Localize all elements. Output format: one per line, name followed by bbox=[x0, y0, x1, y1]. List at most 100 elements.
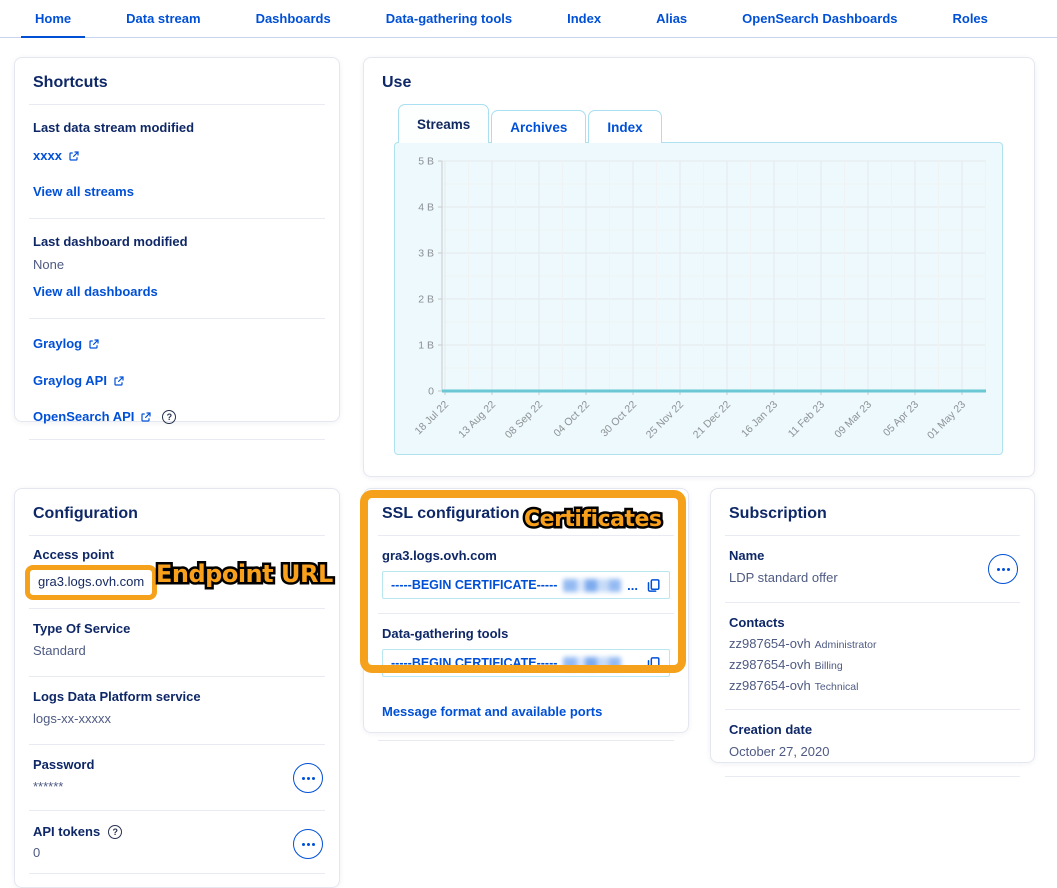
contact-row: zz987654-ovh Technical bbox=[729, 678, 1016, 693]
message-format-link[interactable]: Message format and available ports bbox=[382, 704, 602, 719]
help-icon[interactable] bbox=[108, 825, 122, 839]
svg-text:13 Aug 22: 13 Aug 22 bbox=[456, 399, 498, 441]
creation-date-label: Creation date bbox=[729, 722, 1016, 737]
svg-text:1 B: 1 B bbox=[418, 340, 434, 352]
ldp-service-value: logs-xx-xxxxx bbox=[33, 711, 111, 726]
usage-chart-container: 0 1 B 2 B 3 B 4 B 5 B 18 Jul 2213 Aug 2208 Sep… bbox=[394, 142, 1003, 455]
divider bbox=[378, 535, 674, 536]
ellipsis-icon bbox=[1002, 568, 1005, 571]
divider bbox=[725, 535, 1020, 536]
divider bbox=[29, 218, 325, 219]
type-of-service-label: Type Of Service bbox=[33, 621, 321, 636]
divider bbox=[29, 810, 325, 811]
nav-tab-opensearch-dashboards[interactable]: OpenSearch Dashboards bbox=[728, 0, 911, 37]
certificate-ellipsis: ... bbox=[627, 578, 638, 593]
certificate-text: -----BEGIN CERTIFICATE----- bbox=[391, 578, 557, 592]
nav-tab-index[interactable]: Index bbox=[553, 0, 615, 37]
opensearch-api-link[interactable]: OpenSearch API bbox=[33, 409, 152, 424]
certificate-field[interactable]: -----BEGIN CERTIFICATE----- ... bbox=[382, 649, 670, 677]
tab-archives[interactable]: Archives bbox=[491, 110, 586, 143]
svg-text:0: 0 bbox=[428, 386, 434, 398]
divider bbox=[29, 608, 325, 609]
external-link-icon bbox=[68, 150, 80, 162]
svg-text:25 Nov 22: 25 Nov 22 bbox=[644, 399, 686, 441]
certificate-ellipsis: ... bbox=[627, 656, 638, 671]
access-point-highlight-frame: gra3.logs.ovh.com bbox=[25, 565, 157, 600]
contact-id: zz987654-ovh bbox=[729, 636, 811, 651]
nav-tab-data-gathering-tools[interactable]: Data-gathering tools bbox=[372, 0, 526, 37]
usage-chart: 0 1 B 2 B 3 B 4 B 5 B 18 Jul 2213 Aug 2208 Sep… bbox=[395, 143, 1004, 456]
subscription-name-menu-button[interactable] bbox=[988, 554, 1018, 584]
divider bbox=[29, 104, 325, 105]
divider bbox=[29, 535, 325, 536]
tab-streams[interactable]: Streams bbox=[398, 104, 489, 143]
api-tokens-value: 0 bbox=[33, 845, 321, 860]
svg-text:04 Oct 22: 04 Oct 22 bbox=[551, 399, 592, 440]
nav-tab-alias[interactable]: Alias bbox=[642, 0, 701, 37]
use-title: Use bbox=[382, 74, 1016, 92]
last-stream-link[interactable]: xxxx bbox=[33, 148, 80, 163]
svg-text:5 B: 5 B bbox=[418, 156, 434, 168]
svg-text:01 May 23: 01 May 23 bbox=[925, 399, 968, 442]
subscription-title: Subscription bbox=[729, 505, 1016, 523]
divider bbox=[378, 613, 674, 614]
subscription-name-value: LDP standard offer bbox=[729, 570, 838, 585]
contact-role: Billing bbox=[815, 660, 843, 672]
svg-text:18 Jul 22: 18 Jul 22 bbox=[412, 399, 451, 438]
subscription-card: Subscription Name LDP standard offer Con… bbox=[710, 488, 1035, 763]
password-value: ****** bbox=[33, 779, 63, 794]
ellipsis-icon bbox=[307, 777, 310, 780]
nav-tab-roles[interactable]: Roles bbox=[938, 0, 1001, 37]
graylog-link-label: Graylog bbox=[33, 336, 82, 351]
contact-row: zz987654-ovh Administrator bbox=[729, 636, 1016, 651]
configuration-card: Configuration Access point gra3.logs.ovh… bbox=[14, 488, 340, 888]
configuration-title: Configuration bbox=[33, 505, 321, 523]
svg-text:16 Jan 23: 16 Jan 23 bbox=[739, 399, 780, 440]
ssl-endpoint-label: gra3.logs.ovh.com bbox=[382, 548, 670, 563]
contact-role: Administrator bbox=[815, 639, 877, 651]
view-all-streams-link[interactable]: View all streams bbox=[33, 184, 134, 199]
divider bbox=[29, 744, 325, 745]
tab-index[interactable]: Index bbox=[588, 110, 661, 143]
graylog-link[interactable]: Graylog bbox=[33, 336, 100, 351]
ssl-title: SSL configuration bbox=[382, 505, 670, 523]
help-icon[interactable] bbox=[162, 410, 176, 424]
divider bbox=[725, 776, 1020, 777]
svg-text:11 Feb 23: 11 Feb 23 bbox=[786, 399, 827, 440]
shortcuts-title: Shortcuts bbox=[33, 74, 321, 92]
ssl-configuration-card: SSL configuration gra3.logs.ovh.com ----… bbox=[363, 488, 689, 733]
copy-icon[interactable] bbox=[646, 578, 661, 593]
divider bbox=[29, 318, 325, 319]
creation-date-value: October 27, 2020 bbox=[729, 744, 829, 759]
certificate-text: -----BEGIN CERTIFICATE----- bbox=[391, 656, 557, 670]
nav-tab-data-stream[interactable]: Data stream bbox=[112, 0, 214, 37]
svg-text:08 Sep 22: 08 Sep 22 bbox=[503, 399, 545, 441]
graylog-api-link-label: Graylog API bbox=[33, 373, 107, 388]
external-link-icon bbox=[140, 411, 152, 423]
certificate-redacted-blur bbox=[563, 579, 621, 592]
contact-id: zz987654-ovh bbox=[729, 678, 811, 693]
svg-text:4 B: 4 B bbox=[418, 202, 434, 214]
ssl-tools-label: Data-gathering tools bbox=[382, 626, 670, 641]
svg-text:30 Oct 22: 30 Oct 22 bbox=[598, 399, 639, 440]
ldp-service-label: Logs Data Platform service bbox=[33, 689, 321, 704]
divider bbox=[29, 439, 325, 440]
svg-text:3 B: 3 B bbox=[418, 248, 434, 260]
graylog-api-link[interactable]: Graylog API bbox=[33, 373, 125, 388]
last-stream-link-label: xxxx bbox=[33, 148, 62, 163]
access-point-label: Access point bbox=[33, 547, 321, 562]
nav-tab-home[interactable]: Home bbox=[21, 0, 85, 37]
api-tokens-menu-button[interactable] bbox=[293, 829, 323, 859]
divider bbox=[378, 740, 674, 741]
contact-row: zz987654-ovhBilling bbox=[729, 657, 1016, 672]
certificate-field[interactable]: -----BEGIN CERTIFICATE----- ... bbox=[382, 571, 670, 599]
certificate-redacted-blur bbox=[563, 657, 621, 670]
nav-tab-dashboards[interactable]: Dashboards bbox=[242, 0, 345, 37]
divider bbox=[29, 676, 325, 677]
shortcuts-card: Shortcuts Last data stream modified xxxx… bbox=[14, 57, 340, 422]
copy-icon[interactable] bbox=[646, 656, 661, 671]
contact-role: Technical bbox=[815, 681, 859, 693]
svg-text:2 B: 2 B bbox=[418, 294, 434, 306]
view-all-dashboards-link[interactable]: View all dashboards bbox=[33, 284, 158, 299]
password-menu-button[interactable] bbox=[293, 763, 323, 793]
